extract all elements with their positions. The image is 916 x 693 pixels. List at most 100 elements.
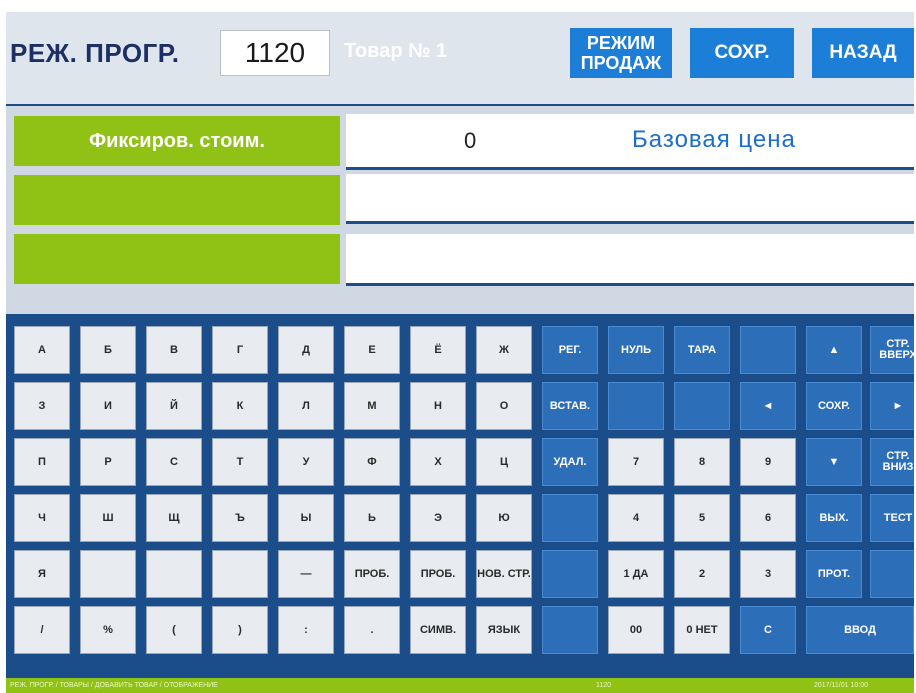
key-letter-r3c3[interactable]: Ъ	[212, 494, 268, 542]
key-func-r5c3[interactable]: С	[740, 606, 796, 654]
key-letter-r3c2[interactable]: Щ	[146, 494, 202, 542]
key-letter-r1c5[interactable]: М	[344, 382, 400, 430]
key-letter-r0c6[interactable]: Ё	[410, 326, 466, 374]
mode-title: РЕЖ. ПРОГР.	[10, 38, 180, 68]
key-letter-r0c5[interactable]: Е	[344, 326, 400, 374]
fixed-price-value: 0	[464, 128, 477, 153]
key-func-r5c0[interactable]	[542, 606, 598, 654]
key-func-r4c1[interactable]: 1 ДА	[608, 550, 664, 598]
back-button[interactable]: НАЗАД	[812, 28, 914, 78]
field-label-3[interactable]	[14, 234, 340, 284]
key-func-r4c3[interactable]: 3	[740, 550, 796, 598]
key-letter-r1c7[interactable]: О	[476, 382, 532, 430]
key-letter-r0c7[interactable]: Ж	[476, 326, 532, 374]
key-func-r2c4[interactable]: ▼	[806, 438, 862, 486]
key-letter-r5c4[interactable]: :	[278, 606, 334, 654]
key-letter-r5c2[interactable]: (	[146, 606, 202, 654]
key-letter-r0c0[interactable]: А	[14, 326, 70, 374]
key-func-r4c2[interactable]: 2	[674, 550, 730, 598]
key-func-r0c0[interactable]: РЕГ.	[542, 326, 598, 374]
key-letter-r2c1[interactable]: Р	[80, 438, 136, 486]
fixed-price-field[interactable]: 0 Базовая цена	[346, 114, 914, 170]
program-number-box[interactable]: 1120	[220, 30, 330, 76]
key-letter-r5c7[interactable]: ЯЗЫК	[476, 606, 532, 654]
key-func-r3c2[interactable]: 5	[674, 494, 730, 542]
key-func-r5c4[interactable]: ВВОД	[806, 606, 914, 654]
key-func-r1c5[interactable]: ►	[870, 382, 914, 430]
top-bar: РЕЖ. ПРОГР. 1120 Товар № 1 РЕЖИМ ПРОДАЖ …	[6, 12, 914, 106]
key-letter-r5c3[interactable]: )	[212, 606, 268, 654]
key-letter-r3c5[interactable]: Ь	[344, 494, 400, 542]
key-func-r4c5[interactable]	[870, 550, 914, 598]
field-label-2[interactable]	[14, 175, 340, 225]
key-func-r3c5[interactable]: ТЕСТ	[870, 494, 914, 542]
key-func-r3c4[interactable]: ВЫХ.	[806, 494, 862, 542]
key-func-r2c2[interactable]: 8	[674, 438, 730, 486]
key-letter-r3c7[interactable]: Ю	[476, 494, 532, 542]
key-letter-r3c6[interactable]: Э	[410, 494, 466, 542]
key-letter-r1c1[interactable]: И	[80, 382, 136, 430]
key-func-r2c1[interactable]: 7	[608, 438, 664, 486]
save-button[interactable]: СОХР.	[690, 28, 794, 78]
key-letter-r1c0[interactable]: З	[14, 382, 70, 430]
key-letter-r4c4[interactable]: —	[278, 550, 334, 598]
key-letter-r4c7[interactable]: НОВ. СТР.	[476, 550, 532, 598]
key-letter-r2c2[interactable]: С	[146, 438, 202, 486]
key-letter-r4c3[interactable]	[212, 550, 268, 598]
key-letter-r1c6[interactable]: Н	[410, 382, 466, 430]
key-letter-r4c1[interactable]	[80, 550, 136, 598]
key-letter-r5c6[interactable]: СИМВ.	[410, 606, 466, 654]
key-letter-r4c5[interactable]: ПРОБ.	[344, 550, 400, 598]
key-func-r2c3[interactable]: 9	[740, 438, 796, 486]
key-func-r1c0[interactable]: ВСТАВ.	[542, 382, 598, 430]
status-bar: РЕЖ. ПРОГР. / ТОВАРЫ / ДОБАВИТЬ ТОВАР / …	[6, 678, 914, 693]
key-letter-r0c2[interactable]: В	[146, 326, 202, 374]
key-letter-r4c6[interactable]: ПРОБ.	[410, 550, 466, 598]
key-letter-r3c1[interactable]: Ш	[80, 494, 136, 542]
key-func-r3c1[interactable]: 4	[608, 494, 664, 542]
key-letter-r2c6[interactable]: Х	[410, 438, 466, 486]
key-letter-r5c0[interactable]: /	[14, 606, 70, 654]
key-letter-r2c5[interactable]: Ф	[344, 438, 400, 486]
key-func-r5c1[interactable]: 00	[608, 606, 664, 654]
key-func-r2c0[interactable]: УДАЛ.	[542, 438, 598, 486]
key-letter-r0c3[interactable]: Г	[212, 326, 268, 374]
key-letter-r1c4[interactable]: Л	[278, 382, 334, 430]
key-letter-r2c7[interactable]: Ц	[476, 438, 532, 486]
key-letter-r1c2[interactable]: Й	[146, 382, 202, 430]
key-func-r1c1[interactable]	[608, 382, 664, 430]
key-func-r1c2[interactable]	[674, 382, 730, 430]
fixed-price-label[interactable]: Фиксиров. стоим.	[14, 116, 340, 166]
key-func-r2c5[interactable]: СТР. ВНИЗ	[870, 438, 914, 486]
key-func-r0c2[interactable]: ТАРА	[674, 326, 730, 374]
field-value-3[interactable]	[346, 234, 914, 286]
key-letter-r0c4[interactable]: Д	[278, 326, 334, 374]
key-letter-r4c2[interactable]	[146, 550, 202, 598]
key-letter-r3c4[interactable]: Ы	[278, 494, 334, 542]
key-func-r4c0[interactable]	[542, 550, 598, 598]
key-letter-r5c5[interactable]: .	[344, 606, 400, 654]
key-func-r5c2[interactable]: 0 НЕТ	[674, 606, 730, 654]
key-letter-r0c1[interactable]: Б	[80, 326, 136, 374]
key-func-r0c3[interactable]	[740, 326, 796, 374]
field-panel: Фиксиров. стоим. 0 Базовая цена	[6, 106, 914, 314]
key-func-r0c1[interactable]: НУЛЬ	[608, 326, 664, 374]
key-letter-r2c4[interactable]: У	[278, 438, 334, 486]
key-func-r4c4[interactable]: ПРОТ.	[806, 550, 862, 598]
key-letter-r2c3[interactable]: Т	[212, 438, 268, 486]
sales-mode-button[interactable]: РЕЖИМ ПРОДАЖ	[570, 28, 672, 78]
key-func-r3c0[interactable]	[542, 494, 598, 542]
key-letter-r5c1[interactable]: %	[80, 606, 136, 654]
status-datetime: 2017/11/01 10:00	[814, 682, 868, 689]
key-letter-r3c0[interactable]: Ч	[14, 494, 70, 542]
key-letter-r1c3[interactable]: К	[212, 382, 268, 430]
key-func-r1c4[interactable]: СОХР.	[806, 382, 862, 430]
scale-program-screen: РЕЖ. ПРОГР. 1120 Товар № 1 РЕЖИМ ПРОДАЖ …	[6, 12, 914, 693]
key-func-r0c5[interactable]: СТР. ВВЕРХ	[870, 326, 914, 374]
key-func-r1c3[interactable]: ◄	[740, 382, 796, 430]
key-letter-r2c0[interactable]: П	[14, 438, 70, 486]
field-value-2[interactable]	[346, 174, 914, 224]
key-func-r3c3[interactable]: 6	[740, 494, 796, 542]
key-func-r0c4[interactable]: ▲	[806, 326, 862, 374]
key-letter-r4c0[interactable]: Я	[14, 550, 70, 598]
